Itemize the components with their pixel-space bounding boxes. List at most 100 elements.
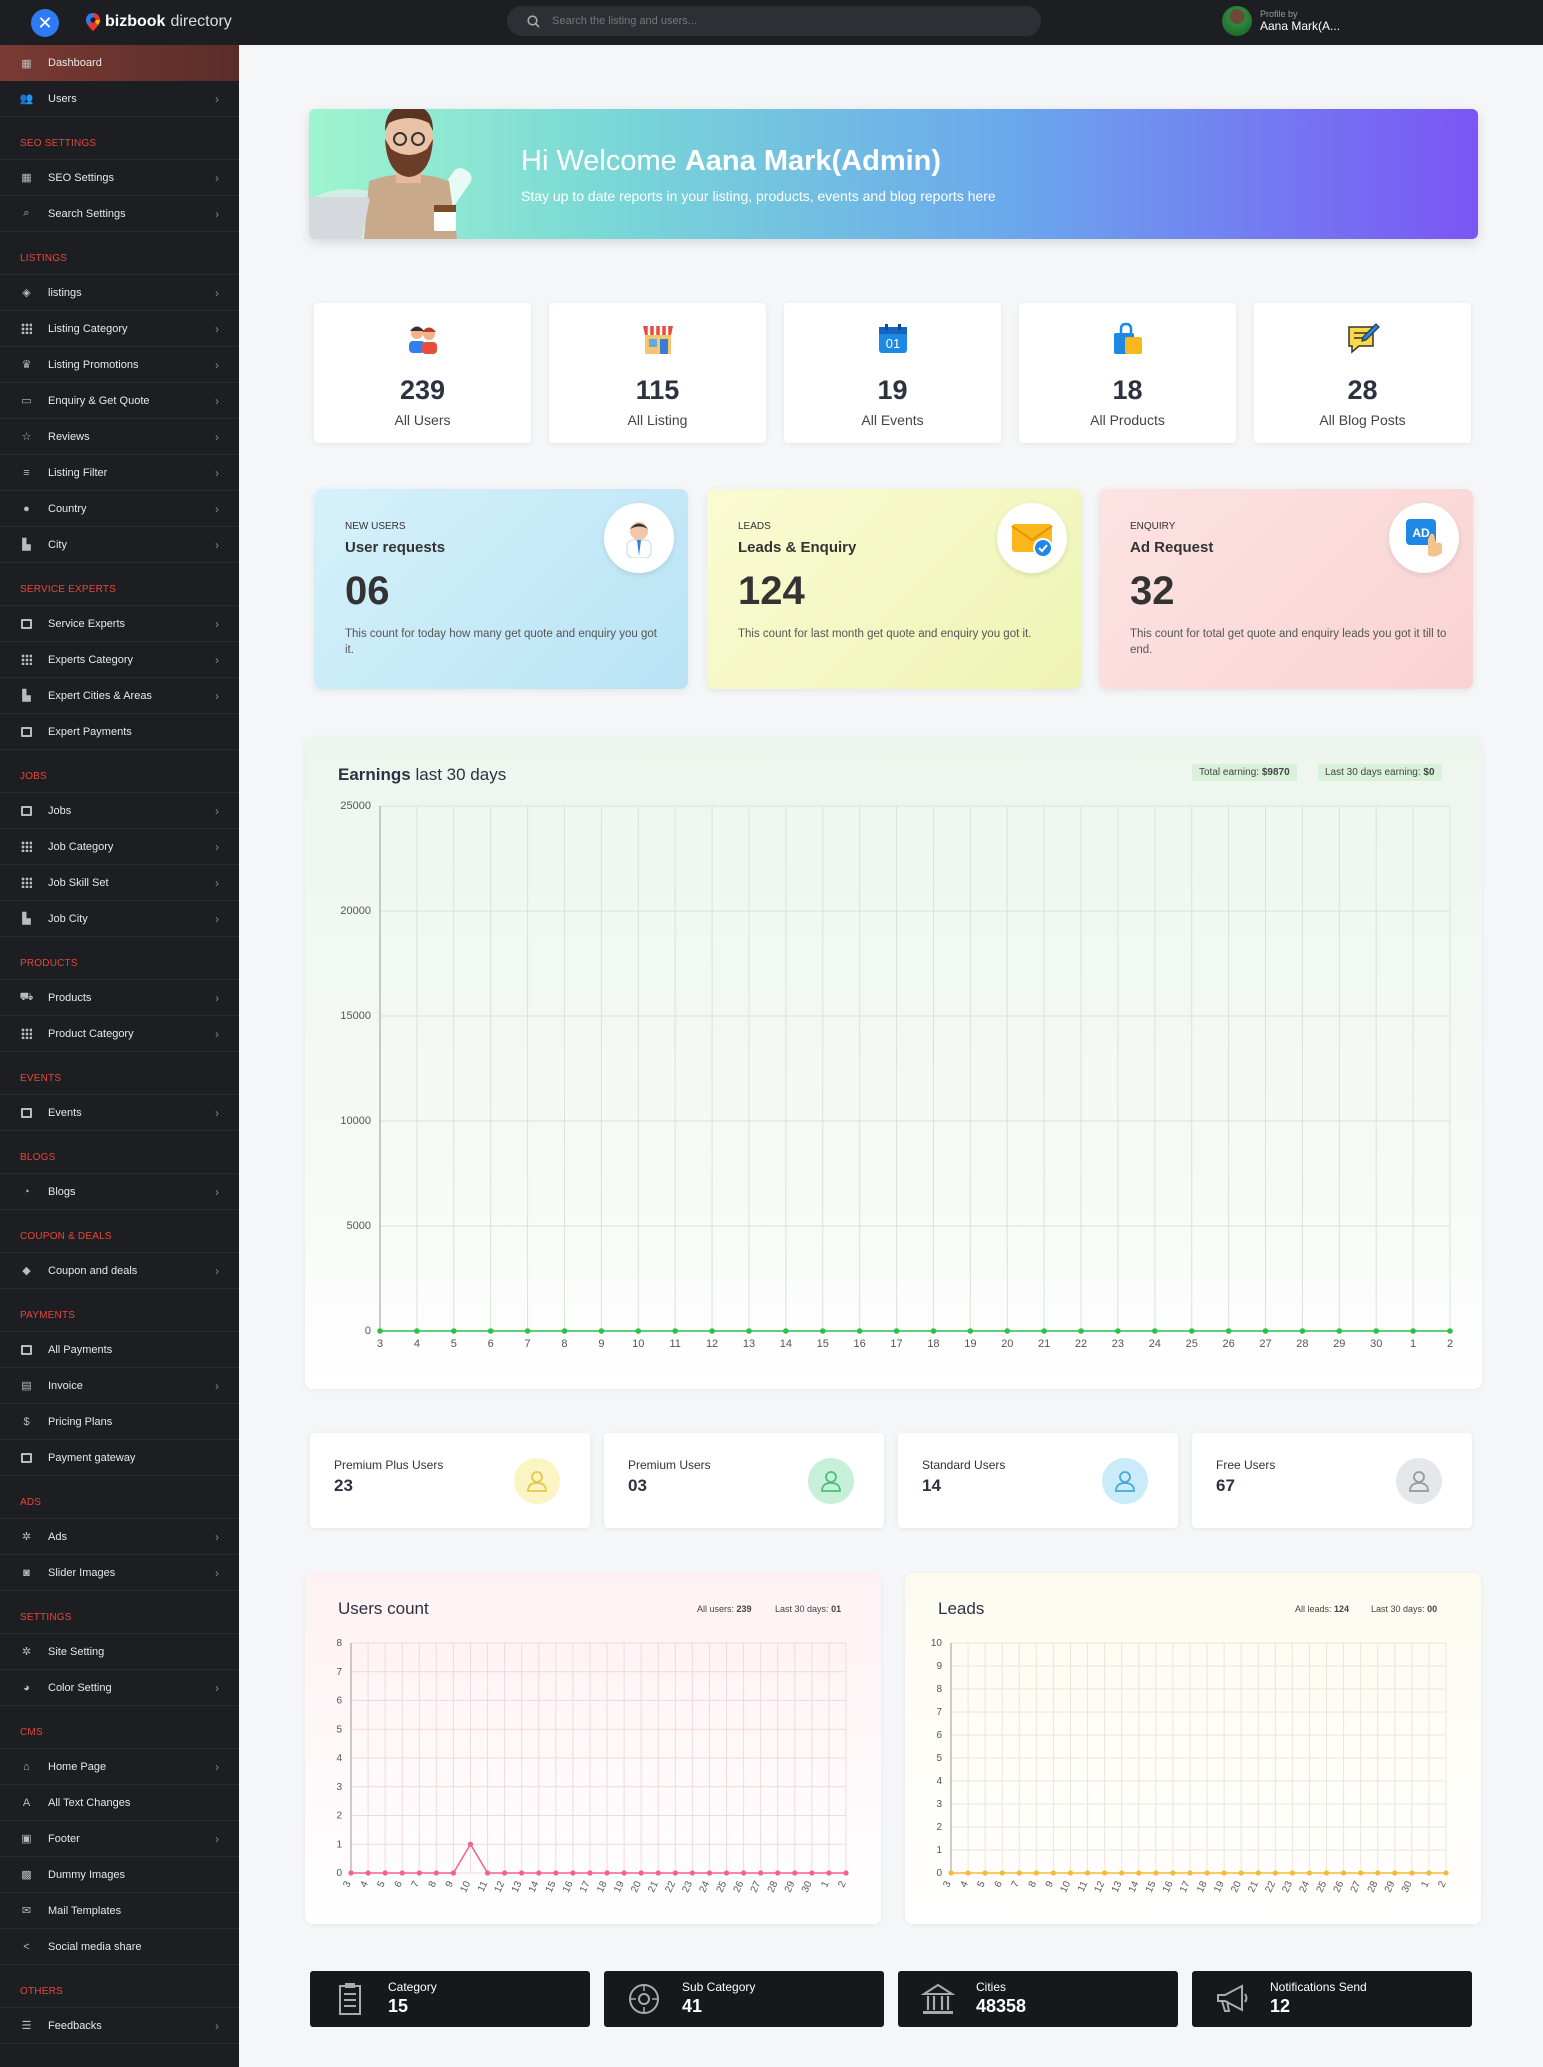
star-icon: ☆ [21, 431, 32, 443]
data-point [1358, 1870, 1364, 1876]
sidebar-item-expert-cities-areas[interactable]: ▙ Expert Cities & Areas › [0, 678, 239, 714]
info-card-ad-request[interactable]: ENQUIRY Ad Request 32 This count for tot… [1099, 489, 1473, 689]
sidebar-item-color-setting[interactable]: ◕ Color Setting › [0, 1670, 239, 1706]
data-point [706, 1870, 713, 1876]
sidebar-item-listing-category[interactable]: Listing Category › [0, 311, 239, 347]
sidebar-item-slider-images[interactable]: ◙ Slider Images › [0, 1555, 239, 1591]
sidebar-item-mail-templates[interactable]: ✉ Mail Templates [0, 1893, 239, 1929]
sidebar-item-expert-payments[interactable]: Expert Payments [0, 714, 239, 750]
sidebar-item-service-experts[interactable]: Service Experts › [0, 606, 239, 642]
sidebar-item-job-category[interactable]: Job Category › [0, 829, 239, 865]
x-tick-label: 11 [476, 1879, 491, 1893]
y-tick-label: 5 [936, 1753, 942, 1764]
sidebar-item-payment-gateway[interactable]: Payment gateway [0, 1440, 239, 1476]
sidebar-item-invoice[interactable]: ▤ Invoice › [0, 1368, 239, 1404]
x-tick-label: 12 [1093, 1879, 1108, 1894]
tier-card-premium[interactable]: Premium Users 03 [604, 1433, 884, 1528]
tier-card-premium-plus[interactable]: Premium Plus Users 23 [310, 1433, 590, 1528]
info-tag: NEW USERS [345, 521, 406, 532]
y-tick-label: 5000 [347, 1220, 371, 1232]
sidebar-item-product-category[interactable]: Product Category › [0, 1016, 239, 1052]
info-card-user-requests[interactable]: NEW USERS User requests 06 This count fo… [314, 489, 688, 689]
x-tick-label: 8 [427, 1879, 440, 1889]
sidebar-item-blogs[interactable]: ◔ Blogs › [0, 1174, 239, 1210]
sidebar-item-coupon-and-deals[interactable]: ◆ Coupon and deals › [0, 1253, 239, 1289]
tier-card-free[interactable]: Free Users 67 [1192, 1433, 1472, 1528]
tier-label: Free Users [1216, 1458, 1276, 1472]
x-tick-label: 10 [459, 1879, 474, 1894]
calendar-icon [20, 804, 33, 817]
y-tick-label: 8 [936, 1684, 942, 1695]
sidebar-item-country[interactable]: ● Country › [0, 491, 239, 527]
sidebar-item-events[interactable]: Events › [0, 1095, 239, 1131]
sidebar-item-label: Listing Filter [48, 466, 108, 479]
profile-menu[interactable]: Profile by Aana Mark(A... [1222, 6, 1340, 36]
sidebar-item-city[interactable]: ▙ City › [0, 527, 239, 563]
y-tick-label: 2 [936, 1822, 942, 1833]
bottom-label: Notifications Send [1270, 1980, 1367, 1994]
data-point [965, 1870, 971, 1876]
logo[interactable]: bizbook directory [86, 13, 232, 31]
data-point [1041, 1328, 1047, 1334]
tier-label: Standard Users [922, 1458, 1006, 1472]
search-input[interactable] [552, 15, 992, 27]
category-card[interactable]: Category 15 [310, 1971, 590, 2027]
card-icon [20, 1451, 33, 1464]
bottom-value: 12 [1270, 1996, 1291, 2016]
y-tick-label: 0 [936, 1868, 942, 1879]
stat-card-users[interactable]: 239 All Users [314, 303, 531, 443]
sidebar-item-footer[interactable]: ▣ Footer › [0, 1821, 239, 1857]
stat-card-listing[interactable]: 115 All Listing [549, 303, 766, 443]
sidebar-item-job-city[interactable]: ▙ Job City › [0, 901, 239, 937]
cities-card[interactable]: Cities 48358 [898, 1971, 1178, 2027]
sidebar-item-dummy-images[interactable]: ▩ Dummy Images [0, 1857, 239, 1893]
sidebar-item-search-settings[interactable]: ⌕ Search Settings › [0, 196, 239, 232]
sidebar-item-site-setting[interactable]: ✲ Site Setting [0, 1634, 239, 1670]
sidebar-item-users[interactable]: 👥 Users › [0, 81, 239, 117]
stat-card-blog-posts[interactable]: 28 All Blog Posts [1254, 303, 1471, 443]
sidebar-item-all-payments[interactable]: All Payments [0, 1332, 239, 1368]
avatar[interactable] [1222, 6, 1252, 36]
sidebar-item-dashboard[interactable]: ▦ Dashboard [0, 45, 239, 81]
sidebar-item-listing-promotions[interactable]: ♛ Listing Promotions › [0, 347, 239, 383]
data-point [1078, 1328, 1084, 1334]
sidebar-item-pricing-plans[interactable]: $ Pricing Plans [0, 1404, 239, 1440]
sidebar-item-social-media-share[interactable]: < Social media share [0, 1929, 239, 1965]
search-bar[interactable] [507, 6, 1041, 36]
sidebar-item-seo-settings[interactable]: ▦ SEO Settings › [0, 160, 239, 196]
x-tick-label: 26 [732, 1879, 747, 1894]
sidebar-item-feedbacks[interactable]: ☰ Feedbacks › [0, 2008, 239, 2044]
data-point [1225, 1328, 1232, 1334]
x-tick-label: 23 [1112, 1338, 1124, 1350]
x-tick-label: 1 [1419, 1879, 1432, 1889]
x-tick-label: 27 [1349, 1879, 1364, 1894]
sidebar-item-label: Feedbacks [48, 2019, 102, 2032]
stat-card-events[interactable]: 01 19 All Events [784, 303, 1001, 443]
close-menu-icon[interactable]: ✕ [31, 9, 59, 37]
sidebar-item-job-skill-set[interactable]: Job Skill Set › [0, 865, 239, 901]
data-point [1084, 1870, 1091, 1876]
sidebar-item-enquiry-get-quote[interactable]: ▭ Enquiry & Get Quote › [0, 383, 239, 419]
x-tick-label: 4 [958, 1879, 971, 1889]
sidebar-item-label: Mail Templates [48, 1904, 122, 1917]
banner-title: Hi Welcome Aana Mark(Admin) [521, 145, 941, 178]
info-card-leads[interactable]: LEADS Leads & Enquiry 124 This count for… [707, 489, 1081, 689]
sidebar-item-listings[interactable]: ◈ listings › [0, 275, 239, 311]
sidebar-item-jobs[interactable]: Jobs › [0, 793, 239, 829]
grid-icon [20, 1027, 33, 1040]
sidebar-item-products[interactable]: ⛟ Products › [0, 980, 239, 1016]
sidebar-item-reviews[interactable]: ☆ Reviews › [0, 419, 239, 455]
sidebar-item-experts-category[interactable]: Experts Category › [0, 642, 239, 678]
tier-card-standard[interactable]: Standard Users 14 [898, 1433, 1178, 1528]
sub-category-card[interactable]: Sub Category 41 [604, 1971, 884, 2027]
stat-card-products[interactable]: 18 All Products [1019, 303, 1236, 443]
sidebar-item-ads[interactable]: ✲ Ads › [0, 1519, 239, 1555]
x-tick-label: 18 [595, 1879, 610, 1894]
sidebar-item-listing-filter[interactable]: ≡ Listing Filter › [0, 455, 239, 491]
sidebar-item-all-text-changes[interactable]: A All Text Changes [0, 1785, 239, 1821]
grid-icon [20, 876, 33, 889]
sidebar-item-home-page[interactable]: ⌂ Home Page › [0, 1749, 239, 1785]
x-tick-label: 15 [544, 1879, 559, 1894]
y-tick-label: 15000 [340, 1010, 371, 1022]
notifications-card[interactable]: Notifications Send 12 [1192, 1971, 1472, 2027]
